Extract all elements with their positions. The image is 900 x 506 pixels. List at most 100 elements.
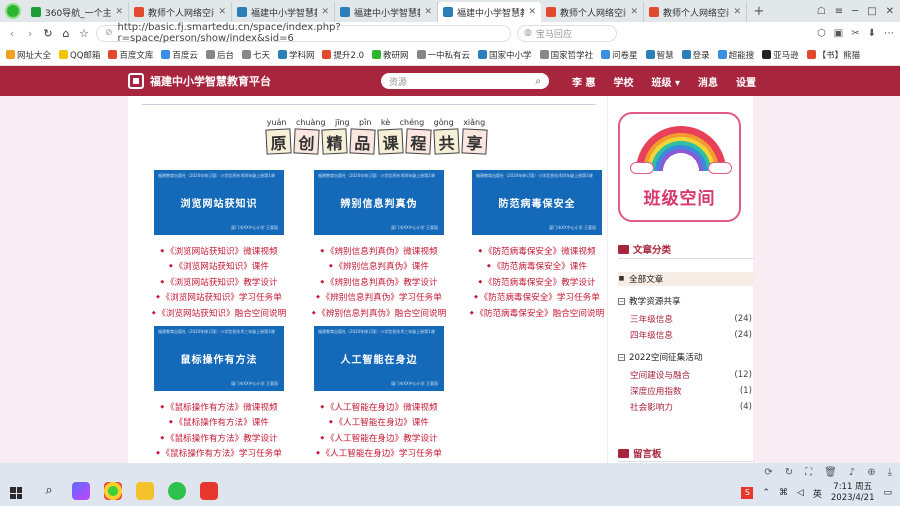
favorite-star-icon[interactable]: ☆ — [78, 27, 90, 40]
course-cover[interactable]: 福建教育出版社（2020年修订版）小学信息技术四年级上册第1课 浏览网站获知识 厦门… — [154, 170, 284, 235]
bookmark[interactable]: 百度文库 — [108, 49, 153, 61]
windows-start-icon[interactable] — [10, 487, 22, 499]
bookmark[interactable]: 国家哲学社 — [539, 49, 593, 61]
course-resource-link[interactable]: 《人工智能在身边》学习任务单 — [294, 446, 464, 461]
bookmark[interactable]: 网址大全 — [6, 49, 51, 61]
video-app-icon[interactable] — [72, 482, 90, 500]
category-item[interactable]: 三年级信息 (24) — [618, 312, 754, 326]
course-resource-link[interactable]: 《防范病毒保安全》微课视频 — [452, 244, 622, 259]
collapse-icon[interactable]: − — [618, 297, 625, 305]
course-resource-link[interactable]: 《防范病毒保安全》学习任务单 — [452, 290, 622, 305]
course-resource-link[interactable]: 《浏览网站获知识》课件 — [134, 259, 304, 274]
search-icon[interactable]: ⌕ — [535, 76, 541, 87]
class-space-card[interactable]: 班级空间 — [618, 112, 741, 222]
course-resource-link[interactable]: 《辨别信息判真伪》课件 — [294, 259, 464, 274]
input-method-icon[interactable]: S — [741, 487, 754, 499]
resource-search-input[interactable]: 资源 ⌕ — [381, 73, 549, 89]
tab[interactable]: 福建中小学智慧教 ✕ — [438, 2, 541, 22]
course-resource-link[interactable]: 《防范病毒保安全》融合空间说明 — [452, 306, 622, 321]
category-item[interactable]: 深度应用指数 (1) — [618, 384, 754, 398]
wps-icon[interactable] — [200, 482, 218, 500]
sound-icon[interactable]: ♪ — [849, 467, 855, 478]
menu-more-icon[interactable]: ⋯ — [884, 28, 894, 39]
course-resource-link[interactable]: 《鼠标操作有方法》微课视频 — [134, 400, 304, 415]
file-explorer-icon[interactable] — [136, 482, 154, 500]
bookmark[interactable]: 七天 — [241, 49, 270, 61]
cut-icon[interactable]: ✂ — [851, 28, 859, 39]
site-nav-item[interactable]: 学校 — [613, 74, 633, 89]
bookmark[interactable]: 学科网 — [277, 49, 314, 61]
bookmark[interactable]: 国家中小学 — [478, 49, 532, 61]
tab[interactable]: 福建中小学智慧教 ✕ — [232, 2, 335, 22]
tab-close-icon[interactable]: ✕ — [115, 7, 123, 17]
refresh-icon[interactable]: ↻ — [785, 467, 793, 478]
course-cover[interactable]: 福建教育出版社（2020年修订版）小学信息技术四年级上册第3课 防范病毒保安全 厦门… — [472, 170, 602, 235]
screenshot-icon[interactable]: ⛶ — [805, 467, 812, 478]
category-group[interactable]: − 教学资源共享 — [618, 294, 754, 308]
back-icon[interactable]: ‹ — [6, 27, 18, 40]
course-resource-link[interactable]: 《浏览网站获知识》融合空间说明 — [134, 306, 304, 321]
maximize-icon[interactable]: □ — [867, 6, 876, 17]
browser-360-icon[interactable] — [104, 482, 122, 500]
tab[interactable]: 360导航_一个主页✕ — [26, 2, 129, 22]
course-cover[interactable]: 福建教育出版社（2020年修订版）小学信息技术三年级上册第1课 人工智能在身边 厦门… — [314, 326, 444, 391]
bookmark[interactable]: 智慧 — [645, 49, 674, 61]
bookmark[interactable]: 百度云 — [161, 49, 198, 61]
volume-icon[interactable]: ◁ — [797, 488, 804, 498]
tab[interactable]: 教师个人网络空间 ✕ — [644, 2, 747, 22]
url-field[interactable]: ⊘ http://basic.fj.smartedu.cn/space/inde… — [96, 22, 511, 44]
bookmark[interactable]: 提升2.0 — [322, 49, 364, 61]
bookmark[interactable]: QQ邮箱 — [59, 49, 100, 61]
forward-icon[interactable]: › — [24, 27, 36, 40]
course-resource-link[interactable]: 《人工智能在身边》教学设计 — [294, 431, 464, 446]
chevron-up-icon[interactable]: ⌃ — [762, 488, 770, 498]
tab-close-icon[interactable]: ✕ — [630, 7, 638, 17]
wechat-icon[interactable] — [168, 482, 186, 500]
speed-icon[interactable]: ⟳ — [764, 467, 772, 478]
course-resource-link[interactable]: 《防范病毒保安全》课件 — [452, 259, 622, 274]
close-window-icon[interactable]: ✕ — [886, 6, 894, 17]
tab[interactable]: 教师个人网络空间_360 ✕ — [129, 2, 232, 22]
browser-search-field[interactable]: ◍ 宝马回应 — [517, 24, 617, 42]
tab-close-icon[interactable]: ✕ — [528, 7, 536, 17]
tab-close-icon[interactable]: ✕ — [218, 7, 226, 17]
browser-logo-icon[interactable] — [0, 0, 26, 22]
refresh-icon[interactable]: ↻ — [42, 27, 54, 40]
download-icon[interactable]: ⬇ — [868, 28, 876, 39]
extension-icon[interactable]: ⬡ — [817, 28, 826, 39]
wallet-icon[interactable]: ▣ — [834, 28, 843, 39]
course-resource-link[interactable]: 《人工智能在身边》课件 — [294, 415, 464, 430]
course-resource-link[interactable]: 《浏览网站获知识》学习任务单 — [134, 290, 304, 305]
category-item[interactable]: 四年级信息 (24) — [618, 328, 754, 342]
zoom-icon[interactable]: ⊕ — [867, 467, 875, 478]
collapse-icon[interactable]: − — [618, 353, 625, 361]
site-nav-item[interactable]: 李 惠 — [572, 74, 595, 89]
course-resource-link[interactable]: 《辨别信息判真伪》融合空间说明 — [294, 306, 464, 321]
category-item[interactable]: 社会影响力 (4) — [618, 400, 754, 414]
taskbar-search-icon[interactable]: ⌕ — [40, 482, 58, 500]
course-cover[interactable]: 福建教育出版社（2020年修订版）小学信息技术四年级上册第2课 辨别信息判真伪 厦门… — [314, 170, 444, 235]
course-resource-link[interactable]: 《辨别信息判真伪》微课视频 — [294, 244, 464, 259]
bookmark[interactable]: 超能搜 — [717, 49, 754, 61]
course-resource-link[interactable]: 《辨别信息判真伪》教学设计 — [294, 275, 464, 290]
course-resource-link[interactable]: 《鼠标操作有方法》学习任务单 — [134, 446, 304, 461]
new-tab-icon[interactable]: + — [747, 2, 771, 22]
course-resource-link[interactable]: 《辨别信息判真伪》学习任务单 — [294, 290, 464, 305]
site-nav-item[interactable]: 班级 ▾ — [651, 74, 680, 89]
course-resource-link[interactable]: 《鼠标操作有方法》教学设计 — [134, 431, 304, 446]
bookmark[interactable]: 登录 — [681, 49, 710, 61]
trash-icon[interactable]: 🗑 — [824, 467, 837, 478]
category-item[interactable]: 空间建设与融合 (12) — [618, 368, 754, 382]
category-group[interactable]: −2022空间征集活动 — [618, 350, 754, 364]
bookmark[interactable]: 后台 — [205, 49, 234, 61]
course-resource-link[interactable]: 《鼠标操作有方法》课件 — [134, 415, 304, 430]
network-icon[interactable]: ⌘ — [779, 488, 788, 498]
tab-close-icon[interactable]: ✕ — [424, 7, 432, 17]
tab-close-icon[interactable]: ✕ — [321, 7, 329, 17]
clock[interactable]: 7:11 周五 2023/4/21 — [831, 482, 875, 504]
course-resource-link[interactable]: 《浏览网站获知识》微课视频 — [134, 244, 304, 259]
tab[interactable]: 福建中小学智慧教 ✕ — [335, 2, 438, 22]
tab-close-icon[interactable]: ✕ — [733, 7, 741, 17]
bookmark[interactable]: 问卷星 — [601, 49, 638, 61]
bookmark[interactable]: 亚马逊 — [762, 49, 799, 61]
